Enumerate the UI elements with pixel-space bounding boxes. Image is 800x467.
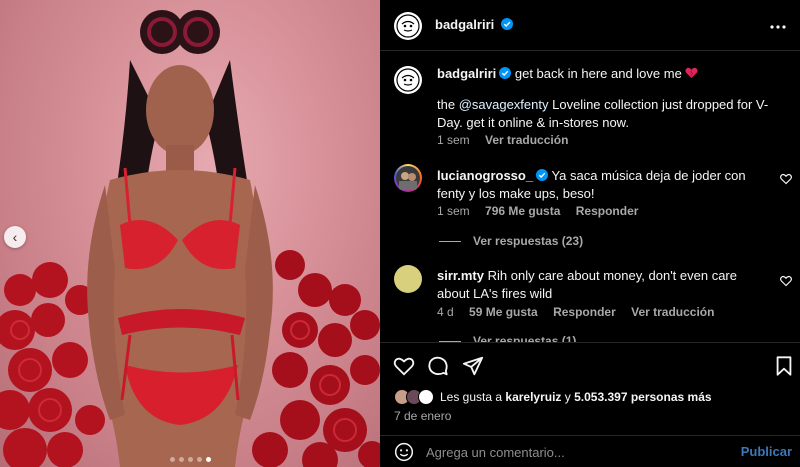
add-comment-input[interactable] xyxy=(426,442,706,462)
replies-divider xyxy=(439,240,461,242)
likes-prefix: Les gusta a xyxy=(440,390,506,404)
caption-pre-mention: the xyxy=(437,97,459,112)
likes-conjunction: y xyxy=(561,390,575,404)
likes-summary: Les gusta a karelyruiz y 5.053.397 perso… xyxy=(394,389,712,405)
verified-badge-icon xyxy=(499,67,512,79)
comment-bubble-icon[interactable] xyxy=(427,355,449,377)
commenter-avatar[interactable] xyxy=(394,265,422,293)
liker-avatar xyxy=(418,389,434,405)
like-comment-heart-icon[interactable] xyxy=(780,173,792,185)
reply-button[interactable]: Responder xyxy=(576,204,639,218)
comment-likes-link[interactable]: 796 Me gusta xyxy=(485,204,560,218)
like-heart-icon[interactable] xyxy=(393,355,415,377)
comment-timestamp[interactable]: 4 d xyxy=(437,305,454,319)
view-replies-button[interactable]: Ver respuestas (23) xyxy=(439,234,583,248)
carousel-prev-button[interactable]: ‹ xyxy=(4,226,26,248)
verified-badge-icon xyxy=(536,169,549,181)
caption-line-1: badgalriri get back in here and love me xyxy=(437,65,777,83)
caption-meta: 1 sem Ver traducción xyxy=(437,133,580,147)
fenty-logo-icon xyxy=(396,14,420,38)
post-date[interactable]: 7 de enero xyxy=(394,409,451,423)
caption-author-username[interactable]: badgalriri xyxy=(437,66,496,81)
post-header: badgalriri xyxy=(380,0,800,51)
caption-timestamp[interactable]: 1 sem xyxy=(437,133,470,147)
more-horizontal-icon xyxy=(770,25,786,29)
carousel-indicator xyxy=(0,457,380,462)
comment-composer: Publicar xyxy=(380,435,800,467)
comment-timestamp[interactable]: 1 sem xyxy=(437,204,470,218)
publish-button[interactable]: Publicar xyxy=(741,444,792,459)
emoji-picker-icon[interactable] xyxy=(394,442,414,462)
post-panel: badgalriri badgalriri get back in here a… xyxy=(380,0,800,467)
comment-meta: 1 sem 796 Me gusta Responder xyxy=(437,204,650,218)
commenter-photo xyxy=(396,166,420,190)
carousel-dot xyxy=(187,457,193,462)
post-photo-illustration xyxy=(0,10,380,467)
see-translation-link[interactable]: Ver traducción xyxy=(631,305,714,319)
caption-text: get back in here and love me xyxy=(514,66,682,81)
commenter-username[interactable]: sirr.mty xyxy=(437,268,484,283)
liker-username[interactable]: karelyruiz xyxy=(505,390,561,404)
like-comment-heart-icon[interactable] xyxy=(780,275,792,287)
heart-icon xyxy=(685,67,698,78)
carousel-dot xyxy=(205,457,211,462)
share-send-icon[interactable] xyxy=(462,355,484,377)
carousel-dot xyxy=(169,457,175,462)
comment-meta: 4 d 59 Me gusta Responder Ver traducción xyxy=(437,305,726,319)
author-avatar[interactable] xyxy=(394,12,422,40)
comment-likes-link[interactable]: 59 Me gusta xyxy=(469,305,538,319)
save-bookmark-icon[interactable] xyxy=(773,355,795,377)
action-bar: Les gusta a karelyruiz y 5.053.397 perso… xyxy=(380,342,800,467)
author-username[interactable]: badgalriri xyxy=(435,17,494,32)
caption-author-avatar[interactable] xyxy=(394,66,422,94)
reply-button[interactable]: Responder xyxy=(553,305,616,319)
carousel-dot xyxy=(196,457,202,462)
verified-badge-icon xyxy=(500,18,513,30)
commenter-username[interactable]: lucianogrosso_ xyxy=(437,168,533,183)
commenter-avatar[interactable] xyxy=(394,164,422,192)
see-translation-link[interactable]: Ver traducción xyxy=(485,133,568,147)
post-image[interactable]: ‹ xyxy=(0,0,380,467)
view-replies-label: Ver respuestas (23) xyxy=(473,234,584,248)
fenty-logo-icon xyxy=(396,68,420,92)
comment-body: lucianogrosso_ Ya saca música deja de jo… xyxy=(437,167,767,203)
mention-link[interactable]: @savagexfenty xyxy=(459,97,549,112)
more-options-button[interactable] xyxy=(770,16,786,34)
caption-body: the @savagexfenty Loveline collection ju… xyxy=(437,96,782,132)
likes-text: Les gusta a karelyruiz y 5.053.397 perso… xyxy=(440,390,712,404)
comment-body: sirr.mty Rih only care about money, don'… xyxy=(437,267,767,303)
author-username-link[interactable]: badgalriri xyxy=(435,17,513,32)
carousel-dot xyxy=(178,457,184,462)
likes-count-link[interactable]: 5.053.397 personas más xyxy=(574,390,711,404)
